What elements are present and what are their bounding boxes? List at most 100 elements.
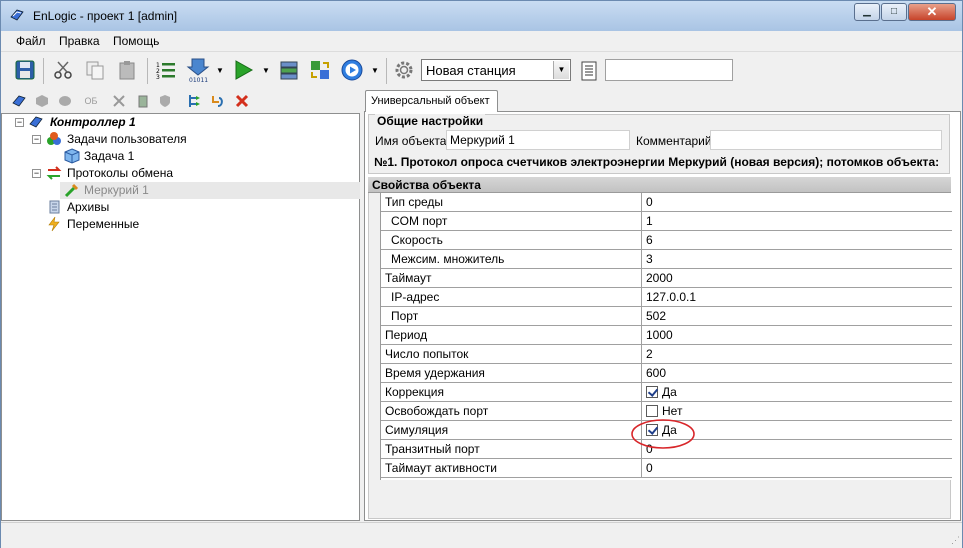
cut-icon[interactable] — [51, 58, 75, 82]
tree-node-task1[interactable]: Задача 1 — [84, 148, 134, 164]
tree-node-user-tasks[interactable]: Задачи пользователя — [67, 131, 187, 147]
battery-icon[interactable] — [135, 93, 151, 109]
app-window: EnLogic - проект 1 [admin] ▁ □ ✕ Файл Пр… — [0, 0, 963, 548]
property-key: Порт — [381, 307, 642, 325]
shield-icon[interactable] — [157, 93, 173, 109]
play-circle-icon[interactable] — [340, 58, 364, 82]
property-row[interactable]: Таймаут активности 0 — [381, 459, 952, 478]
property-key: Таймаут — [381, 269, 642, 287]
menu-bar: Файл Правка Помощь — [1, 31, 962, 51]
chevron-down-icon[interactable]: ▼ — [553, 61, 569, 79]
collapse-toggle-user-tasks[interactable]: − — [32, 135, 41, 144]
property-key: Число попыток — [381, 345, 642, 363]
property-value[interactable]: 0 — [643, 193, 656, 211]
property-checkbox[interactable] — [646, 386, 658, 398]
run-icon[interactable] — [231, 58, 255, 82]
property-row[interactable]: Порт 502 — [381, 307, 952, 326]
menu-edit[interactable]: Правка — [59, 34, 100, 48]
property-key: COM порт — [381, 212, 642, 230]
undo-icon[interactable] — [209, 93, 225, 109]
property-checkbox-label: Да — [662, 385, 677, 399]
lightning-icon — [48, 216, 60, 232]
property-value[interactable]: 6 — [643, 231, 656, 249]
copy-icon[interactable] — [83, 58, 107, 82]
property-row[interactable]: Скорость 6 — [381, 231, 952, 250]
close-button[interactable]: ✕ — [908, 3, 956, 21]
general-settings-header: Общие настройки — [375, 114, 486, 128]
property-row[interactable]: Межсим. множитель 3 — [381, 250, 952, 269]
collapse-toggle-protocols[interactable]: − — [32, 169, 41, 178]
minimize-button[interactable]: ▁ — [854, 3, 880, 21]
database-icon[interactable] — [277, 58, 301, 82]
property-row[interactable]: COM порт 1 — [381, 212, 952, 231]
comment-field[interactable] — [710, 130, 942, 150]
title-bar[interactable]: EnLogic - проект 1 [admin] ▁ □ ✕ — [1, 1, 962, 31]
tree-node-protocols[interactable]: Протоколы обмена — [67, 165, 173, 181]
svg-text:3: 3 — [156, 74, 160, 81]
property-row[interactable]: IP-адрес 127.0.0.1 — [381, 288, 952, 307]
tree-node-mercury[interactable]: Меркурий 1 — [84, 182, 149, 198]
property-value[interactable]: 1 — [643, 212, 656, 230]
object-description: №1. Протокол опроса счетчиков электроэне… — [374, 155, 940, 169]
station-select[interactable]: Новая станция ▼ — [421, 59, 571, 81]
ob-label[interactable]: ОБ — [81, 93, 101, 109]
properties-header: Свойства объекта — [368, 177, 951, 193]
property-value[interactable]: 1000 — [643, 326, 676, 344]
property-key: Таймаут активности — [381, 459, 642, 477]
property-value[interactable]: 600 — [643, 364, 669, 382]
property-key: Межсим. множитель — [381, 250, 642, 268]
extra-input[interactable] — [605, 59, 733, 81]
tree-node-variables[interactable]: Переменные — [67, 216, 139, 232]
sync-icon[interactable] — [308, 58, 332, 82]
property-key: Период — [381, 326, 642, 344]
delete-icon[interactable] — [234, 93, 250, 109]
property-value[interactable]: 3 — [643, 250, 656, 268]
resize-grip-icon[interactable]: ⋰ — [951, 535, 960, 546]
property-checkbox[interactable] — [646, 405, 658, 417]
property-value[interactable]: 0 — [643, 459, 656, 477]
property-row[interactable]: Коррекция Да — [381, 383, 952, 402]
save-icon[interactable] — [13, 58, 37, 82]
archive-icon — [49, 200, 60, 214]
property-key: Освобождать порт — [381, 402, 642, 420]
property-row[interactable]: Время удержания 600 — [381, 364, 952, 383]
maximize-button[interactable]: □ — [881, 3, 907, 21]
tab-universal-object[interactable]: Универсальный объект — [365, 90, 498, 112]
property-value[interactable]: 2 — [643, 345, 656, 363]
property-key: Транзитный порт — [381, 440, 642, 458]
cube-icon — [64, 148, 80, 164]
numbered-list-icon[interactable]: 123 — [154, 58, 178, 82]
object-name-field[interactable]: Меркурий 1 — [446, 130, 630, 150]
controller-icon — [29, 116, 43, 128]
menu-help[interactable]: Помощь — [113, 34, 159, 48]
tree-node-controller[interactable]: Контроллер 1 — [50, 114, 136, 130]
property-row[interactable]: Период 1000 — [381, 326, 952, 345]
menu-file[interactable]: Файл — [16, 34, 46, 48]
download-binary-icon[interactable]: 01011 — [186, 58, 210, 83]
property-key: Скорость — [381, 231, 642, 249]
controller-icon[interactable] — [11, 93, 27, 109]
tree-node-archives[interactable]: Архивы — [67, 199, 109, 215]
download-dropdown-icon[interactable]: ▼ — [216, 66, 224, 75]
property-row[interactable]: Тип среды 0 — [381, 193, 952, 212]
property-value[interactable]: Да — [643, 383, 680, 401]
property-value[interactable]: 502 — [643, 307, 669, 325]
app-icon — [10, 9, 24, 21]
property-value[interactable]: 2000 — [643, 269, 676, 287]
property-row[interactable]: Таймаут 2000 — [381, 269, 952, 288]
collapse-toggle-controller[interactable]: − — [15, 118, 24, 127]
document-list-icon[interactable] — [577, 59, 601, 83]
hexagon-icon[interactable] — [34, 93, 50, 109]
property-checkbox-label: Нет — [662, 404, 683, 418]
property-row[interactable]: Число попыток 2 — [381, 345, 952, 364]
gear-icon[interactable] — [392, 58, 416, 82]
property-key: IP-адрес — [381, 288, 642, 306]
property-value[interactable]: 127.0.0.1 — [643, 288, 699, 306]
play-dropdown-icon[interactable]: ▼ — [371, 66, 379, 75]
object-name-label: Имя объекта — [375, 134, 447, 148]
run-dropdown-icon[interactable]: ▼ — [262, 66, 270, 75]
shape-icon[interactable] — [57, 93, 73, 109]
tree-move-icon[interactable] — [187, 93, 203, 109]
paste-icon[interactable] — [115, 58, 139, 82]
disabled-tool-icon[interactable] — [111, 93, 127, 109]
